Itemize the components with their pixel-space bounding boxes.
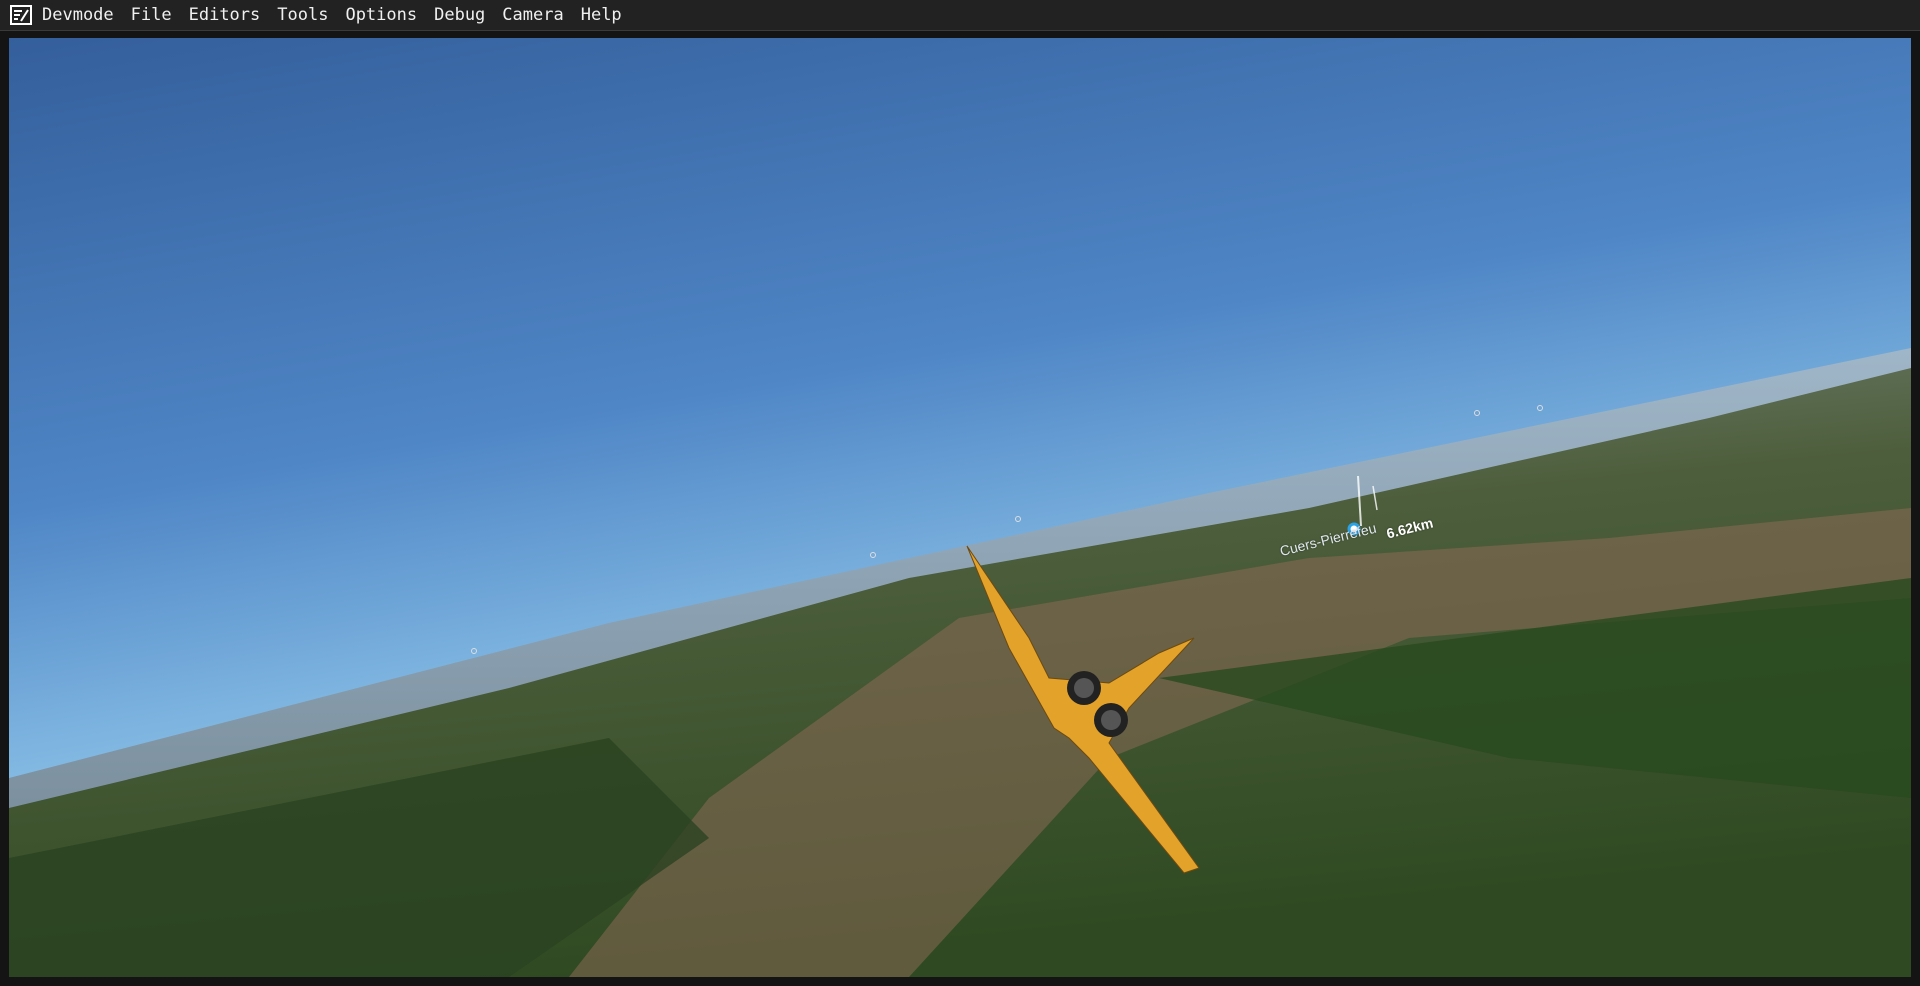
devmode-logo-icon[interactable] <box>10 5 32 25</box>
menu-file[interactable]: File <box>131 5 172 25</box>
menu-camera[interactable]: Camera <box>502 5 563 25</box>
menu-debug[interactable]: Debug <box>434 5 485 25</box>
menu-editors[interactable]: Editors <box>189 5 261 25</box>
menu-bar: Devmode File Editors Tools Options Debug… <box>0 0 1920 31</box>
scene-render <box>9 38 1911 977</box>
menu-help[interactable]: Help <box>581 5 622 25</box>
menu-options[interactable]: Options <box>345 5 417 25</box>
simulator-viewport[interactable]: Cuers-Pierrefeu 6.62km <box>9 38 1911 977</box>
menu-devmode[interactable]: Devmode <box>42 5 114 25</box>
menu-tools[interactable]: Tools <box>277 5 328 25</box>
